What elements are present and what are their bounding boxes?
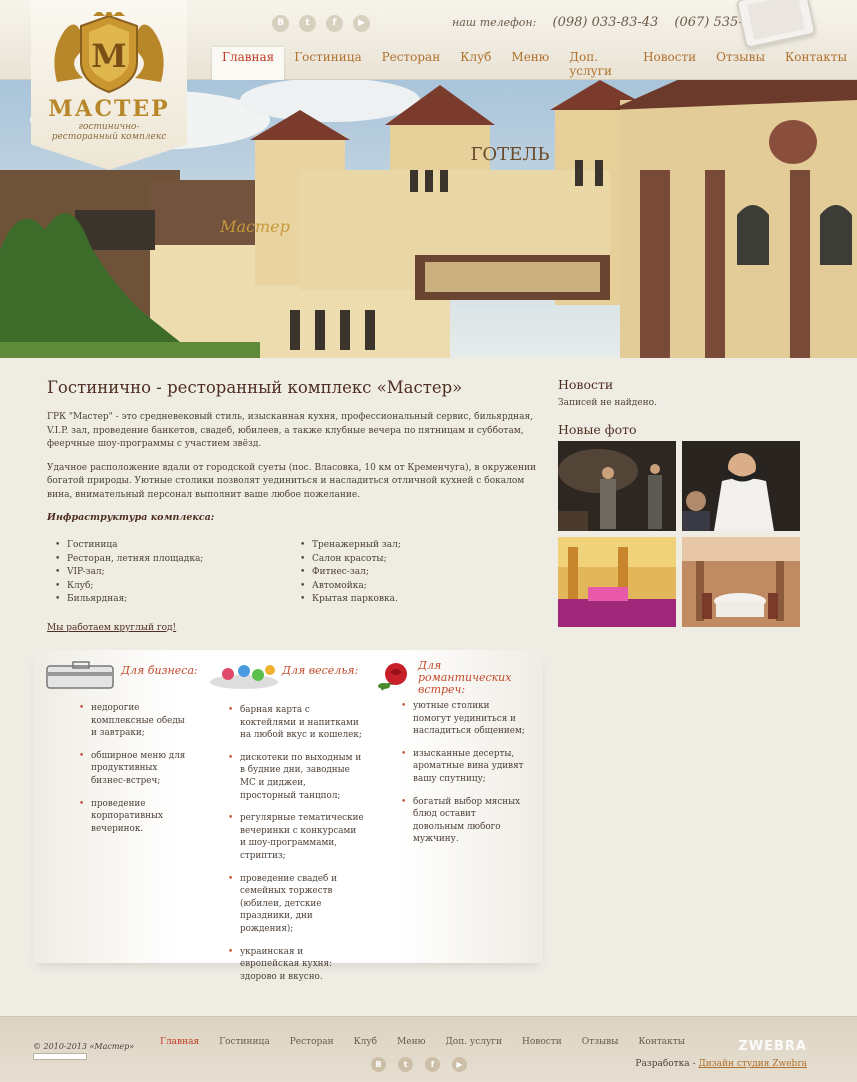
infrastructure-list: Гостиница Ресторан, летняя площадка; VIP…: [47, 539, 537, 607]
romance-title: Для романтических встреч:: [418, 659, 512, 696]
infrastructure-right: Тренажерный зал; Салон красоты; Фитнес-з…: [292, 539, 537, 607]
list-item: обширное меню для продуктивных бизнес-вс…: [79, 750, 187, 788]
nav-item-club[interactable]: Клуб: [450, 47, 501, 81]
nav-item-contacts[interactable]: Контакты: [775, 47, 857, 81]
crest-icon: М: [54, 8, 164, 94]
svg-text:ГОТЕЛЬ: ГОТЕЛЬ: [471, 144, 550, 165]
list-item: Клуб;: [47, 580, 292, 594]
footer-nav-news[interactable]: Новости: [512, 1037, 572, 1047]
list-item: Ресторан, летняя площадка;: [47, 553, 292, 567]
youtube-icon[interactable]: ▶: [353, 15, 370, 32]
infrastructure-heading: Инфраструктура комплекса:: [47, 512, 215, 523]
list-item: Крытая парковка.: [292, 593, 537, 607]
business-title: Для бизнеса:: [121, 664, 198, 677]
footer-nav-home[interactable]: Главная: [150, 1037, 209, 1047]
footer-nav-club[interactable]: Клуб: [344, 1037, 387, 1047]
list-item: регулярные тематические вечеринки с конк…: [228, 812, 364, 862]
main-content: Гостинично - ресторанный комплекс «Масте…: [47, 378, 537, 633]
visitor-counter[interactable]: [33, 1053, 87, 1060]
facebook-icon[interactable]: f: [425, 1057, 440, 1072]
footer-nav-restaurant[interactable]: Ресторан: [280, 1037, 344, 1047]
photos-heading: Новые фото: [558, 422, 637, 437]
footer: © 2010-2013 «Мастер» Главная Гостиница Р…: [0, 1016, 857, 1082]
nav-item-menu[interactable]: Меню: [501, 47, 559, 81]
news-empty-text: Записей не найдено.: [558, 398, 657, 408]
main-nav: Главная Гостиница Ресторан Клуб Меню Доп…: [212, 47, 857, 81]
footer-social-links: B t f ▶: [371, 1057, 467, 1072]
developer-label: Разработка -: [635, 1059, 696, 1069]
list-item: Бильярдная;: [47, 593, 292, 607]
list-item: богатый выбор мясных блюд оставит доволь…: [401, 796, 529, 846]
footer-nav-reviews[interactable]: Отзывы: [572, 1037, 629, 1047]
list-item: изысканные десерты, ароматные вина удивя…: [401, 748, 529, 786]
list-item: Фитнес-зал;: [292, 566, 537, 580]
footer-nav: Главная Гостиница Ресторан Клуб Меню Доп…: [150, 1037, 695, 1047]
nav-item-services[interactable]: Доп. услуги: [559, 47, 633, 81]
list-item: недорогие комплексные обеды и завтраки;: [79, 702, 187, 740]
svg-text:Мастер: Мастер: [219, 217, 290, 236]
briefcase-icon: [46, 661, 114, 689]
list-item: барная карта с коктейлями и напитками на…: [228, 704, 364, 742]
business-list: недорогие комплексные обеды и завтраки; …: [79, 702, 187, 845]
social-links: B t f ▶: [272, 15, 370, 32]
infrastructure-left: Гостиница Ресторан, летняя площадка; VIP…: [47, 539, 292, 607]
list-item: Салон красоты;: [292, 553, 537, 567]
nav-item-reviews[interactable]: Отзывы: [706, 47, 775, 81]
list-item: Автомойка;: [292, 580, 537, 594]
twitter-icon[interactable]: t: [398, 1057, 413, 1072]
intro-paragraph: ГРК "Мастер" - это средневековый стиль, …: [47, 412, 534, 449]
nav-item-hotel[interactable]: Гостиница: [284, 47, 371, 81]
vk-icon[interactable]: B: [272, 15, 289, 32]
list-item: проведение свадеб и семейных торжеств (ю…: [228, 873, 364, 936]
tablet-icon: [735, 0, 817, 49]
fun-list: барная карта с коктейлями и напитками на…: [228, 704, 364, 993]
list-item: уютные столики помогут уединиться и насл…: [401, 700, 529, 738]
developer-credit: Разработка - Дизайн студия Zwebra: [635, 1059, 807, 1069]
list-item: Гостиница: [47, 539, 292, 553]
photo-thumbnail[interactable]: [558, 537, 676, 627]
list-item: украинская и европейская кухня: здорово …: [228, 946, 364, 984]
phone-label: наш телефон:: [452, 16, 537, 29]
all-year-link[interactable]: Мы работаем круглый год!: [47, 623, 537, 633]
news-heading: Новости: [558, 377, 614, 392]
twitter-icon[interactable]: t: [299, 15, 316, 32]
sidebar: Новости Записей не найдено. Новые фото: [558, 377, 800, 627]
photo-gallery: [558, 441, 800, 627]
rose-icon: [378, 663, 407, 691]
photo-thumbnail[interactable]: [558, 441, 676, 531]
youtube-icon[interactable]: ▶: [452, 1057, 467, 1072]
logo-subtitle: гостинично-ресторанный комплекс: [51, 122, 167, 142]
phone-number-1[interactable]: (098) 033-83-43: [553, 15, 659, 30]
footer-nav-menu[interactable]: Меню: [387, 1037, 435, 1047]
promo-block: Для бизнеса: недорогие комплексные обеды…: [33, 650, 543, 982]
romance-list: уютные столики помогут уединиться и насл…: [401, 700, 529, 856]
nav-item-news[interactable]: Новости: [633, 47, 706, 81]
fun-title: Для веселья:: [282, 664, 359, 677]
list-item: VIP-зал;: [47, 566, 292, 580]
location-paragraph: Удачное расположение вдали от городской …: [47, 462, 536, 500]
svg-text:М: М: [91, 37, 126, 75]
photo-thumbnail[interactable]: [682, 537, 800, 627]
footer-nav-contacts[interactable]: Контакты: [628, 1037, 695, 1047]
list-item: проведение корпоративных вечеринок.: [79, 798, 187, 836]
footer-nav-services[interactable]: Доп. услуги: [435, 1037, 512, 1047]
facebook-icon[interactable]: f: [326, 15, 343, 32]
list-item: дискотеки по выходным и в будние дни, за…: [228, 752, 364, 802]
nav-item-home[interactable]: Главная: [212, 47, 285, 81]
vk-icon[interactable]: B: [371, 1057, 386, 1072]
party-icon: [210, 665, 278, 689]
developer-link[interactable]: Дизайн студия Zwebra: [698, 1059, 807, 1069]
copyright: © 2010-2013 «Мастер»: [33, 1042, 135, 1051]
zwebra-logo: ZWEBRA: [738, 1039, 807, 1054]
nav-item-restaurant[interactable]: Ресторан: [372, 47, 451, 81]
footer-nav-hotel[interactable]: Гостиница: [209, 1037, 280, 1047]
logo-name: МАСТЕР: [48, 96, 170, 122]
list-item: Тренажерный зал;: [292, 539, 537, 553]
page-title: Гостинично - ресторанный комплекс «Масте…: [47, 378, 463, 397]
site-logo[interactable]: М МАСТЕР гостинично-ресторанный комплекс: [31, 0, 187, 170]
photo-thumbnail[interactable]: [682, 441, 800, 531]
